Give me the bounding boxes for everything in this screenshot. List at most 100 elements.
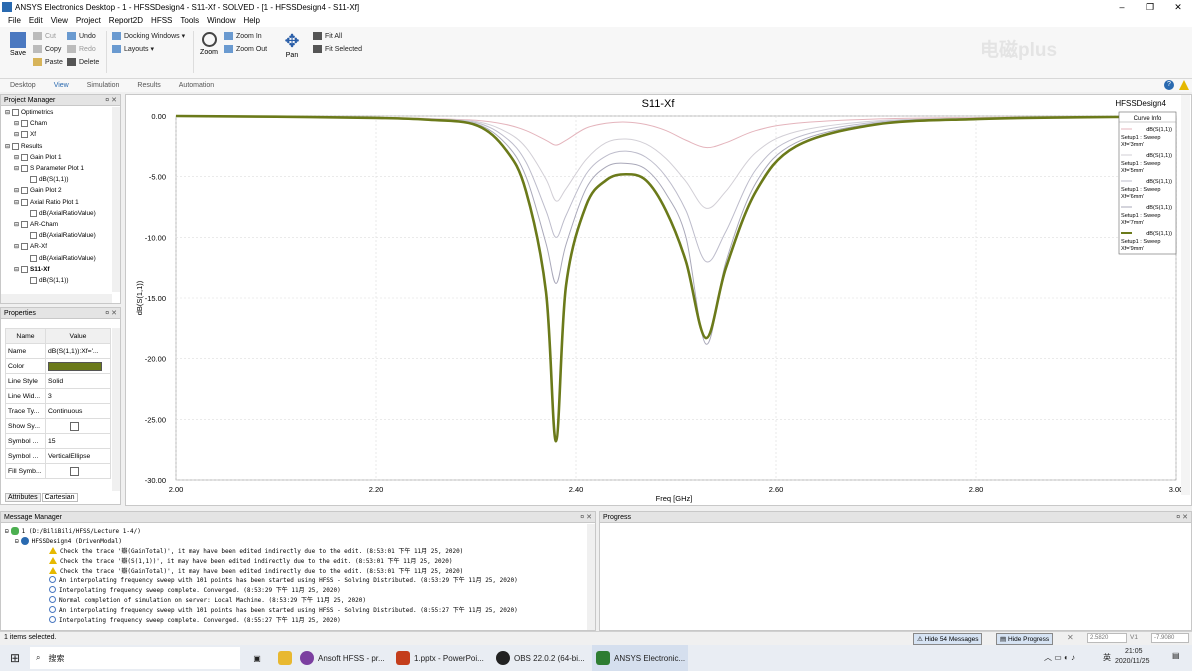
property-value[interactable]: 3 [45,388,111,404]
close-icon[interactable]: ✕ [1067,633,1074,642]
property-row[interactable]: Show Sy... [5,418,111,434]
copy-button[interactable]: Copy [33,45,61,53]
fit-all-button[interactable]: Fit All [313,32,342,40]
expand-icon[interactable]: ⊟ [14,187,21,194]
fit-selected-button[interactable]: Fit Selected [313,45,362,53]
undo-button[interactable]: Undo [67,32,96,40]
notification-icon[interactable]: ▤ [1172,651,1180,660]
message-project-node[interactable]: ⊟ 1 (D:/BiliBili/HFSS/Lecture 1-4/) [5,527,141,535]
property-row[interactable]: Symbol ... 15 [5,433,111,449]
menu-file[interactable]: File [8,16,21,25]
message-line[interactable]: Check the trace '瓣(GainTotal)', it may h… [49,546,463,555]
tree-item[interactable]: dB(S(1,1)) [1,174,113,185]
zoom-button[interactable]: Zoom [198,32,220,56]
message-line[interactable]: Check the trace '瓣(S(1,1))', it may have… [49,556,452,565]
checkbox[interactable] [70,421,79,431]
tree-item[interactable]: ⊟ S Parameter Plot 1 [1,163,113,174]
tree-item[interactable]: dB(AxialRatioValue) [1,208,113,219]
tree-item[interactable]: ⊟ Gain Plot 2 [1,185,113,196]
expand-icon[interactable]: ⊟ [14,266,21,273]
property-row[interactable]: Fill Symb... [5,463,111,479]
property-value[interactable]: 15 [45,433,111,449]
tree-item[interactable]: ⊟ Gain Plot 1 [1,152,113,163]
panel-pin-close-icon[interactable]: ¤ ✕ [1176,512,1188,523]
tree-item[interactable]: ⊟ Results [1,141,113,152]
tab-simulation[interactable]: Simulation [87,82,120,89]
tree-item[interactable]: ⊟ Optimetrics [1,107,113,118]
delete-button[interactable]: Delete [67,58,99,66]
tree-item[interactable]: dB(AxialRatioValue) [1,230,113,241]
expand-icon[interactable]: ⊟ [14,165,21,172]
message-line[interactable]: An interpolating frequency sweep with 10… [49,605,518,614]
expand-icon[interactable]: ⊟ [14,131,21,138]
messages-scrollbar[interactable] [587,524,595,630]
hide-messages-button[interactable]: ⚠ Hide 54 Messages [913,633,983,645]
taskbar-app-ansys[interactable]: ANSYS Electronic... [592,645,688,671]
menu-tools[interactable]: Tools [180,16,199,25]
taskbar-app-obs[interactable]: OBS 22.0.2 (64-bi... [492,651,592,665]
layouts-button[interactable]: Layouts ▾ [112,45,154,53]
docking-windows-button[interactable]: Docking Windows ▾ [112,32,185,40]
message-line[interactable]: Interpolating frequency sweep complete. … [49,585,341,594]
tab-view[interactable]: View [54,82,69,89]
tree-hscrollbar[interactable] [1,294,112,303]
task-view-icon[interactable]: ▣ [240,654,274,663]
windows-start-icon[interactable]: ⊞ [0,651,30,665]
hide-progress-button[interactable]: ▤ Hide Progress [996,633,1054,645]
tab-automation[interactable]: Automation [179,82,214,89]
taskbar-app-powerpoint[interactable]: 1.pptx - PowerPoi... [392,651,492,665]
collapse-icon[interactable]: ⊟ [15,538,19,545]
menu-help[interactable]: Help [244,16,260,25]
message-line[interactable]: An interpolating frequency sweep with 10… [49,575,518,584]
message-line[interactable]: Normal completion of simulation on serve… [49,595,366,604]
property-value[interactable] [45,463,111,479]
property-value[interactable] [45,418,111,434]
save-button[interactable]: Save [6,32,30,57]
tree-scrollbar[interactable] [112,107,120,292]
collapse-icon[interactable]: ⊟ [5,528,9,535]
property-row[interactable]: Line Style Solid [5,373,111,389]
pan-button[interactable]: ✥ Pan [280,32,304,59]
properties-scrollbar[interactable] [112,328,120,491]
expand-icon[interactable]: ⊟ [14,221,21,228]
redo-button[interactable]: Redo [67,45,96,53]
zoom-out-button[interactable]: Zoom Out [224,45,267,53]
tree-item[interactable]: ⊟ S11-Xf [1,264,113,275]
tree-item[interactable]: dB(AxialRatioValue) [1,252,113,263]
expand-icon[interactable]: ⊟ [5,109,12,116]
expand-icon[interactable]: ⊟ [14,243,21,250]
message-line[interactable]: Check the trace '瓣(GainTotal)', it may h… [49,566,463,575]
alert-icon[interactable] [1179,80,1189,90]
help-icon[interactable]: ? [1164,80,1174,90]
property-row[interactable]: Trace Ty... Continuous [5,403,111,419]
ime-indicator[interactable]: 英 [1103,652,1111,663]
chart-scrollbar[interactable] [1181,95,1190,495]
property-value[interactable]: Solid [45,373,111,389]
expand-icon[interactable]: ⊟ [14,199,21,206]
file-explorer-icon[interactable] [274,651,296,665]
x-coordinate-field[interactable]: 2.5820 [1087,633,1127,643]
expand-icon[interactable]: ⊟ [14,120,21,127]
taskbar-search[interactable]: ⌕ 搜索 [30,647,240,669]
checkbox[interactable] [70,466,79,476]
message-line[interactable]: Interpolating frequency sweep complete. … [49,615,341,624]
zoom-in-button[interactable]: Zoom In [224,32,262,40]
menu-view[interactable]: View [51,16,68,25]
y-coordinate-field[interactable]: -7.9080 [1151,633,1189,643]
tree-item[interactable]: dB(S(1,1)) [1,275,113,286]
tree-item[interactable]: ⊟ Xf [1,129,113,140]
tree-item[interactable]: ⊟ Axial Ratio Plot 1 [1,197,113,208]
property-value[interactable]: dB(S(1,1)):Xf='... [45,343,111,359]
tab-desktop[interactable]: Desktop [10,82,36,89]
tree-item[interactable]: ⊟ Cham [1,118,113,129]
cut-button[interactable]: Cut [33,32,56,40]
menu-hfss[interactable]: HFSS [151,16,172,25]
paste-button[interactable]: Paste [33,58,63,66]
taskbar-app-hfss[interactable]: Ansoft HFSS - pr... [296,651,392,665]
menu-report2d[interactable]: Report2D [109,16,143,25]
s11-chart[interactable]: 2.00 2.20 2.40 2.60 2.80 3.000.00-5.00-10.00-… [126,95,1191,505]
maximize-icon[interactable]: ❐ [1136,0,1164,14]
tab-results[interactable]: Results [137,82,160,89]
expand-icon[interactable]: ⊟ [14,154,21,161]
color-swatch[interactable] [48,361,102,371]
